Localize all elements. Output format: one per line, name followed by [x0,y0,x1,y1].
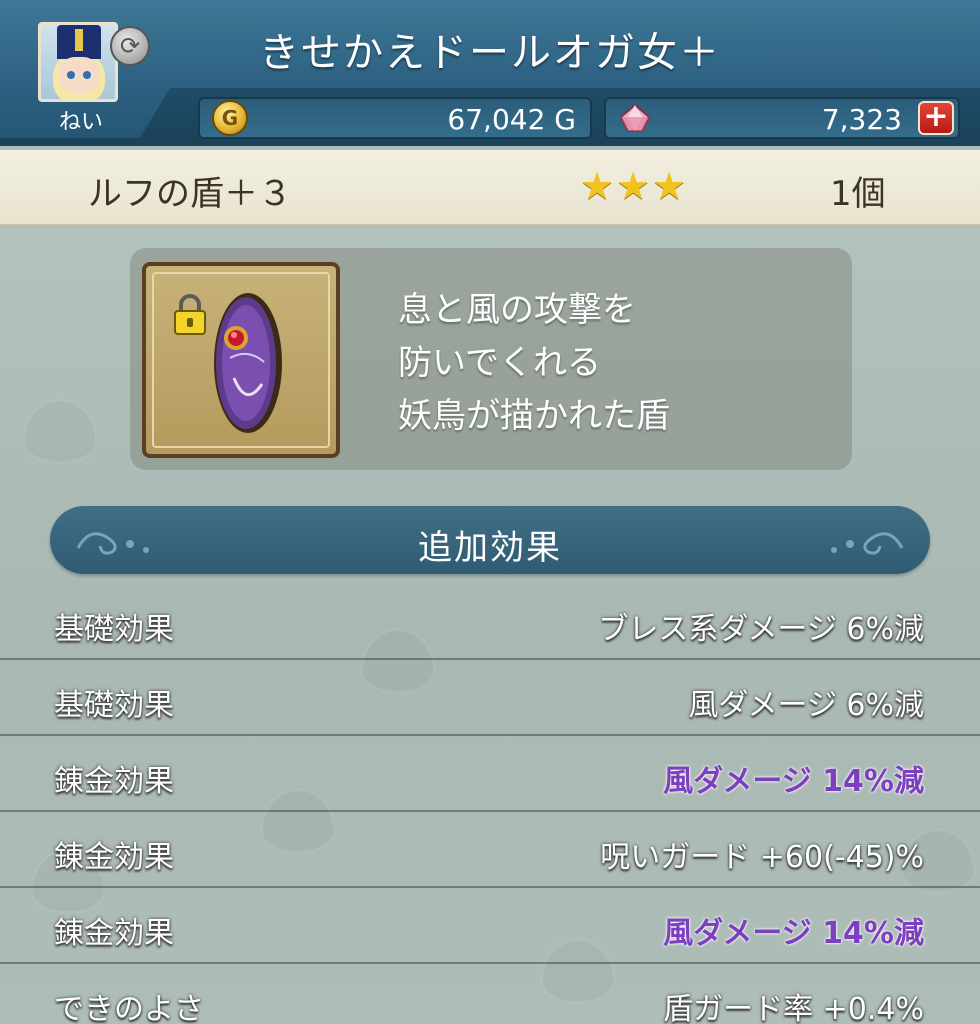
effect-row: 基礎効果 ブレス系ダメージ 6%減 [0,584,980,660]
player-name: ねい [58,110,103,135]
item-description: 息と風の攻撃を 防いでくれる 妖鳥が描かれた盾 [398,284,670,443]
gem-display: 7,323 + [604,97,960,139]
gold-display: G 67,042 G [198,97,592,139]
gold-value: 67,042 G [447,103,576,136]
effect-value: 風ダメージ 14%減 [663,764,924,799]
section-title: 追加効果 [418,528,562,568]
add-gems-button[interactable]: + [918,101,954,135]
item-icon-frame[interactable] [142,262,340,458]
section-header-additional-effects: 追加効果 [50,506,930,574]
effect-label: 錬金効果 [54,840,174,875]
effect-value: 盾ガード率 +0.4% [663,992,924,1024]
effect-row: 錬金効果 呪いガード +60(-45)% [0,812,980,888]
effect-label: 基礎効果 [54,688,174,723]
top-header: ⟳ ねい きせかえドールオガ女＋ G 67,042 G 7,323 + [0,0,980,146]
effect-row: 錬金効果 風ダメージ 14%減 [0,888,980,964]
effect-label: できのよさ [54,992,204,1024]
page-title: きせかえドールオガ女＋ [259,30,721,76]
gem-value: 7,323 [821,103,902,136]
effect-label: 錬金効果 [54,764,174,799]
shield-icon [214,293,282,433]
item-name: ルフの盾＋３ [88,174,292,214]
gold-coin-icon: G [212,100,248,136]
avatar-eye [83,71,91,79]
swap-icon[interactable]: ⟳ [110,26,150,66]
effect-row: 基礎効果 風ダメージ 6%減 [0,660,980,736]
avatar-eye [67,71,75,79]
avatar-hat-emblem [75,29,83,51]
flourish-icon [831,532,904,555]
effect-row: できのよさ 盾ガード率 +0.4% [0,964,980,1024]
description-line: 妖鳥が描かれた盾 [398,396,670,436]
gem-icon [619,103,651,132]
avatar-face [59,57,99,93]
effects-list: 基礎効果 ブレス系ダメージ 6%減 基礎効果 風ダメージ 6%減 錬金効果 風ダ… [0,584,980,1024]
slime-motif [22,398,98,464]
effect-value: 風ダメージ 6%減 [688,688,924,723]
description-line: 息と風の攻撃を [398,290,636,330]
effect-value: 風ダメージ 14%減 [663,916,924,951]
description-line: 防いでくれる [398,343,601,383]
lock-icon [174,294,206,335]
effect-value: 呪いガード +60(-45)% [600,840,924,875]
effect-label: 基礎効果 [54,612,174,647]
effect-label: 錬金効果 [54,916,174,951]
avatar[interactable] [38,22,118,102]
effect-row: 錬金効果 風ダメージ 14%減 [0,736,980,812]
item-count: 1個 [830,174,886,214]
effect-value: ブレス系ダメージ 6%減 [598,612,924,647]
item-info-bar: ルフの盾＋３ ★★★ 1個 [0,150,980,226]
star-rating: ★★★ [580,164,689,208]
